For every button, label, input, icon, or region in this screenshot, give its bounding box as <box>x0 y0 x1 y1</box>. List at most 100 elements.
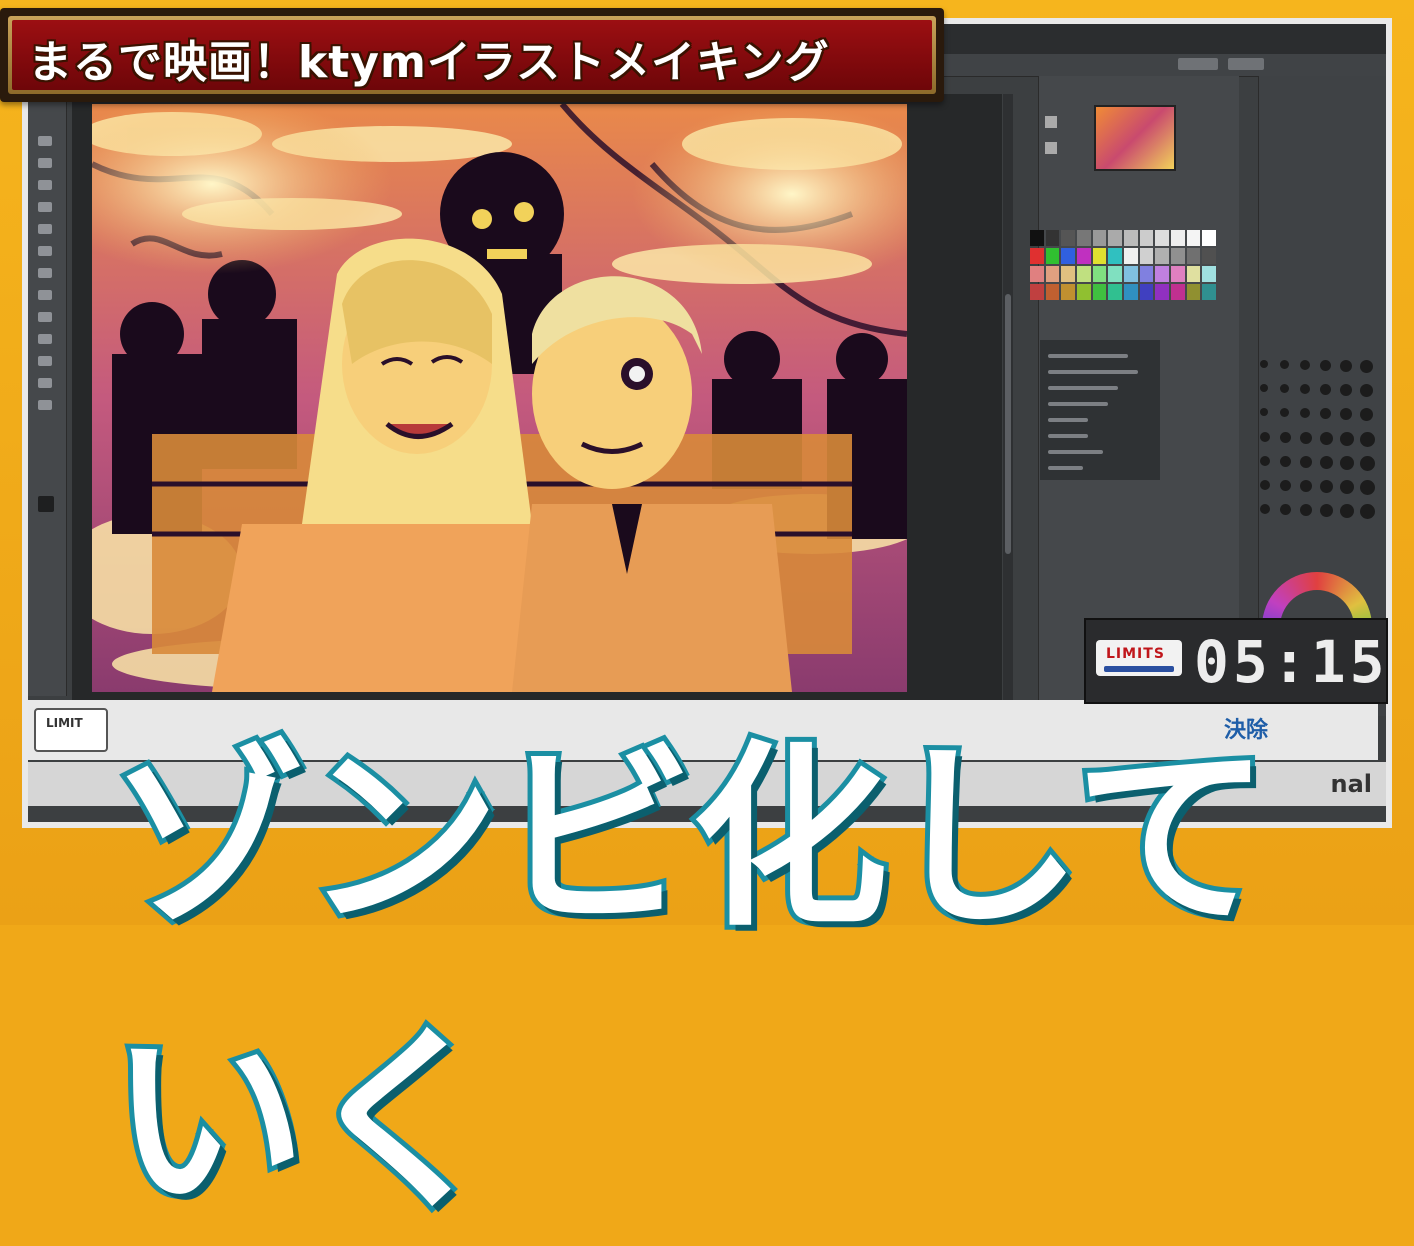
brush-size-dot[interactable] <box>1340 408 1352 420</box>
color-swatch[interactable] <box>1030 266 1044 282</box>
color-swatch[interactable] <box>1186 266 1201 282</box>
brush-size-dot[interactable] <box>1280 408 1289 417</box>
color-swatch[interactable] <box>1061 230 1075 246</box>
color-swatch[interactable] <box>1186 248 1201 264</box>
color-swatch[interactable] <box>1202 266 1216 282</box>
select-tool-icon[interactable] <box>38 202 52 212</box>
brush-size-dot[interactable] <box>1360 480 1375 495</box>
color-swatch[interactable] <box>1155 248 1169 264</box>
brush-size-dot[interactable] <box>1320 456 1333 469</box>
navigator-icon[interactable] <box>1045 142 1057 154</box>
color-swatch[interactable] <box>1124 248 1138 264</box>
brush-size-dot[interactable] <box>1300 408 1310 418</box>
color-swatch[interactable] <box>1124 266 1138 282</box>
menu-item[interactable] <box>1228 58 1264 70</box>
layer-row[interactable] <box>1048 402 1108 406</box>
color-swatch[interactable] <box>1124 230 1138 246</box>
color-swatch[interactable] <box>1139 266 1154 282</box>
color-swatch[interactable] <box>1155 284 1169 300</box>
layer-icon[interactable] <box>1045 116 1057 128</box>
brush-size-dot[interactable] <box>1260 408 1268 416</box>
layer-row[interactable] <box>1048 466 1083 470</box>
brush-size-dot[interactable] <box>1300 504 1312 516</box>
color-swatch[interactable] <box>1030 248 1044 264</box>
color-swatch[interactable] <box>1155 230 1169 246</box>
color-swatch[interactable] <box>1139 284 1154 300</box>
brush-size-dot[interactable] <box>1280 504 1291 515</box>
color-swatch[interactable] <box>1045 284 1060 300</box>
color-swatch[interactable] <box>1077 248 1091 264</box>
brush-size-dot[interactable] <box>1360 360 1373 373</box>
brush-size-dot[interactable] <box>1360 504 1375 519</box>
brush-size-dot[interactable] <box>1280 456 1291 467</box>
color-swatch[interactable] <box>1045 230 1060 246</box>
color-swatch[interactable] <box>1139 230 1154 246</box>
color-swatch[interactable] <box>1171 230 1185 246</box>
brush-size-grid[interactable] <box>1260 360 1380 540</box>
brush-size-dot[interactable] <box>1320 504 1333 517</box>
layer-list[interactable] <box>1040 340 1160 480</box>
color-swatch[interactable] <box>1061 266 1075 282</box>
hand-tool-icon[interactable] <box>38 312 52 322</box>
brush-size-dot[interactable] <box>1300 480 1312 492</box>
color-swatch[interactable] <box>1061 248 1075 264</box>
brush-size-dot[interactable] <box>1300 360 1310 370</box>
color-swatch[interactable] <box>1061 284 1075 300</box>
brush-size-dot[interactable] <box>1320 480 1333 493</box>
brush-size-dot[interactable] <box>1320 360 1331 371</box>
brush-size-dot[interactable] <box>1360 384 1373 397</box>
color-swatch[interactable] <box>1171 266 1185 282</box>
color-swatches[interactable] <box>1030 230 1216 300</box>
ruler-tool-icon[interactable] <box>38 400 52 410</box>
color-swatch[interactable] <box>1077 230 1091 246</box>
color-swatch[interactable] <box>1171 284 1185 300</box>
color-swatch[interactable] <box>1108 230 1122 246</box>
eyedropper-icon[interactable] <box>38 334 52 344</box>
color-swatch[interactable] <box>1186 284 1201 300</box>
shape-tool-icon[interactable] <box>38 378 52 388</box>
pen-tool-icon[interactable] <box>38 158 52 168</box>
brush-size-dot[interactable] <box>1280 432 1291 443</box>
brush-size-dot[interactable] <box>1340 480 1354 494</box>
eraser-icon[interactable] <box>38 180 52 190</box>
brush-size-dot[interactable] <box>1300 456 1312 468</box>
layer-row[interactable] <box>1048 418 1088 422</box>
color-swatch[interactable] <box>1139 248 1154 264</box>
blend-tool-icon[interactable] <box>38 356 52 366</box>
move-tool-icon[interactable] <box>38 224 52 234</box>
brush-size-dot[interactable] <box>1360 456 1375 471</box>
text-tool-icon[interactable] <box>38 268 52 278</box>
brush-size-dot[interactable] <box>1340 432 1354 446</box>
brush-size-dot[interactable] <box>1360 432 1375 447</box>
color-swatch[interactable] <box>1186 230 1201 246</box>
brush-size-dot[interactable] <box>1340 504 1354 518</box>
brush-size-dot[interactable] <box>1260 384 1268 392</box>
color-swatch[interactable] <box>1092 230 1107 246</box>
color-swatch[interactable] <box>1092 284 1107 300</box>
brush-size-dot[interactable] <box>1280 360 1289 369</box>
color-swatch[interactable] <box>1045 248 1060 264</box>
color-swatch[interactable] <box>1077 284 1091 300</box>
color-swatch[interactable] <box>1108 284 1122 300</box>
color-swatch[interactable] <box>1092 248 1107 264</box>
brush-size-dot[interactable] <box>1340 456 1354 470</box>
brush-size-dot[interactable] <box>1300 384 1310 394</box>
brush-size-dot[interactable] <box>1260 432 1270 442</box>
brush-size-dot[interactable] <box>1260 360 1268 368</box>
color-swatch[interactable] <box>1124 284 1138 300</box>
layer-row[interactable] <box>1048 386 1118 390</box>
layer-row[interactable] <box>1048 354 1128 358</box>
menu-item[interactable] <box>1178 58 1218 70</box>
color-swatch[interactable] <box>1030 230 1044 246</box>
brush-size-dot[interactable] <box>1320 408 1331 419</box>
color-swatch[interactable] <box>1202 248 1216 264</box>
layer-row[interactable] <box>1048 450 1103 454</box>
canvas-scrollbar[interactable] <box>1003 94 1013 704</box>
color-swatch[interactable] <box>1108 248 1122 264</box>
brush-size-dot[interactable] <box>1320 432 1333 445</box>
color-swatch[interactable] <box>1092 266 1107 282</box>
brush-size-dot[interactable] <box>1260 504 1270 514</box>
layer-row[interactable] <box>1048 370 1138 374</box>
scrollbar-thumb[interactable] <box>1005 294 1011 554</box>
color-swatch[interactable] <box>1171 248 1185 264</box>
